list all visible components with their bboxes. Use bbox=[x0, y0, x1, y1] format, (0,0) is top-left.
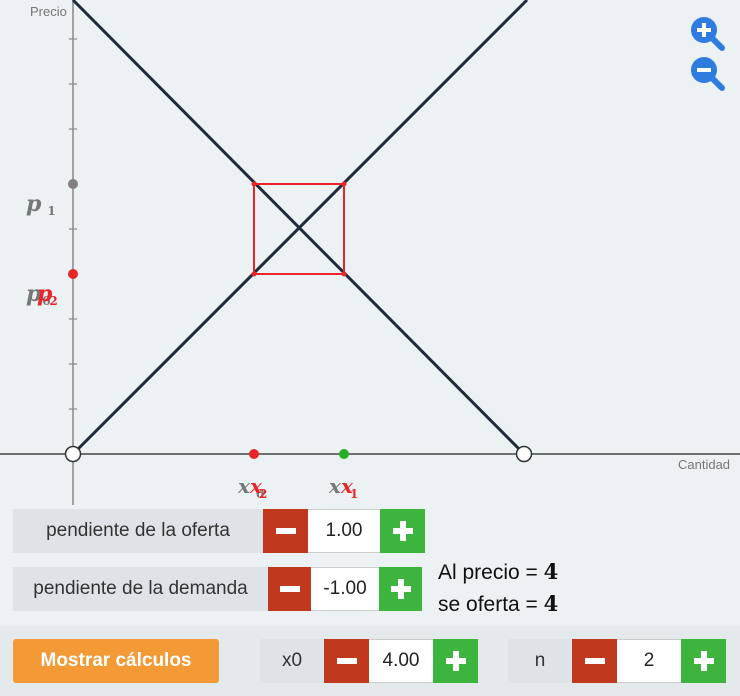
x0-increment-button[interactable] bbox=[433, 639, 478, 683]
demand-slope-decrement-button[interactable] bbox=[268, 567, 311, 611]
zoom-in-icon[interactable] bbox=[688, 14, 726, 52]
price-line: Al precio = 4 bbox=[438, 559, 559, 584]
x0-value[interactable]: 4.00 bbox=[369, 639, 433, 683]
supply-slope-decrement-button[interactable] bbox=[263, 509, 308, 553]
cobweb-graph[interactable]: Precio Cantidad p1 p0 p2 x0 x2 x x1 bbox=[0, 0, 740, 505]
offer-line: se oferta = 4 bbox=[438, 591, 559, 616]
p1-label: p1 bbox=[26, 191, 56, 218]
x0-point[interactable] bbox=[249, 449, 259, 459]
x1-label-gray: x bbox=[328, 474, 342, 498]
n-value[interactable]: 2 bbox=[617, 639, 681, 683]
p0-point[interactable] bbox=[68, 269, 78, 279]
x1-point[interactable] bbox=[339, 449, 349, 459]
x-axis-label: Cantidad bbox=[678, 457, 730, 472]
demand-intercept-point bbox=[515, 445, 533, 463]
supply-slope-value[interactable]: 1.00 bbox=[308, 509, 380, 553]
cobweb-corner bbox=[251, 181, 257, 187]
minus-icon bbox=[336, 658, 357, 664]
origin-point bbox=[64, 445, 82, 463]
demand-slope-control: pendiente de la demanda -1.00 bbox=[13, 567, 422, 611]
result-info: Al precio = 4 se oferta = 4 bbox=[438, 556, 558, 620]
plus-icon bbox=[392, 521, 413, 541]
x0-label-box: x0 bbox=[260, 639, 324, 683]
supply-slope-increment-button[interactable] bbox=[380, 509, 425, 553]
show-calculations-button[interactable]: Mostrar cálculos bbox=[13, 639, 219, 683]
x2-label: x2 bbox=[249, 474, 267, 501]
p1-point[interactable] bbox=[68, 179, 78, 189]
cobweb-corner bbox=[341, 181, 347, 187]
x0-decrement-button[interactable] bbox=[324, 639, 369, 683]
plus-icon bbox=[693, 651, 714, 671]
zoom-out-icon[interactable] bbox=[688, 54, 726, 92]
x0-control: x0 4.00 bbox=[260, 639, 478, 683]
minus-icon bbox=[279, 586, 300, 592]
minus-icon bbox=[275, 528, 296, 534]
n-label-box: n bbox=[508, 639, 572, 683]
x1-label: x1 bbox=[340, 474, 358, 501]
cobweb-corner bbox=[341, 271, 347, 277]
p2-label: p2 bbox=[37, 281, 58, 308]
y-axis-label: Precio bbox=[30, 4, 67, 19]
minus-icon bbox=[584, 658, 605, 664]
plus-icon bbox=[390, 579, 411, 599]
supply-slope-label: pendiente de la oferta bbox=[13, 509, 263, 553]
demand-slope-value[interactable]: -1.00 bbox=[311, 567, 379, 611]
cobweb-corner bbox=[251, 271, 257, 277]
supply-slope-control: pendiente de la oferta 1.00 bbox=[13, 509, 425, 553]
n-control: n 2 bbox=[508, 639, 726, 683]
plus-icon bbox=[445, 651, 466, 671]
n-increment-button[interactable] bbox=[681, 639, 726, 683]
n-decrement-button[interactable] bbox=[572, 639, 617, 683]
demand-slope-label: pendiente de la demanda bbox=[13, 567, 268, 611]
demand-slope-increment-button[interactable] bbox=[379, 567, 422, 611]
